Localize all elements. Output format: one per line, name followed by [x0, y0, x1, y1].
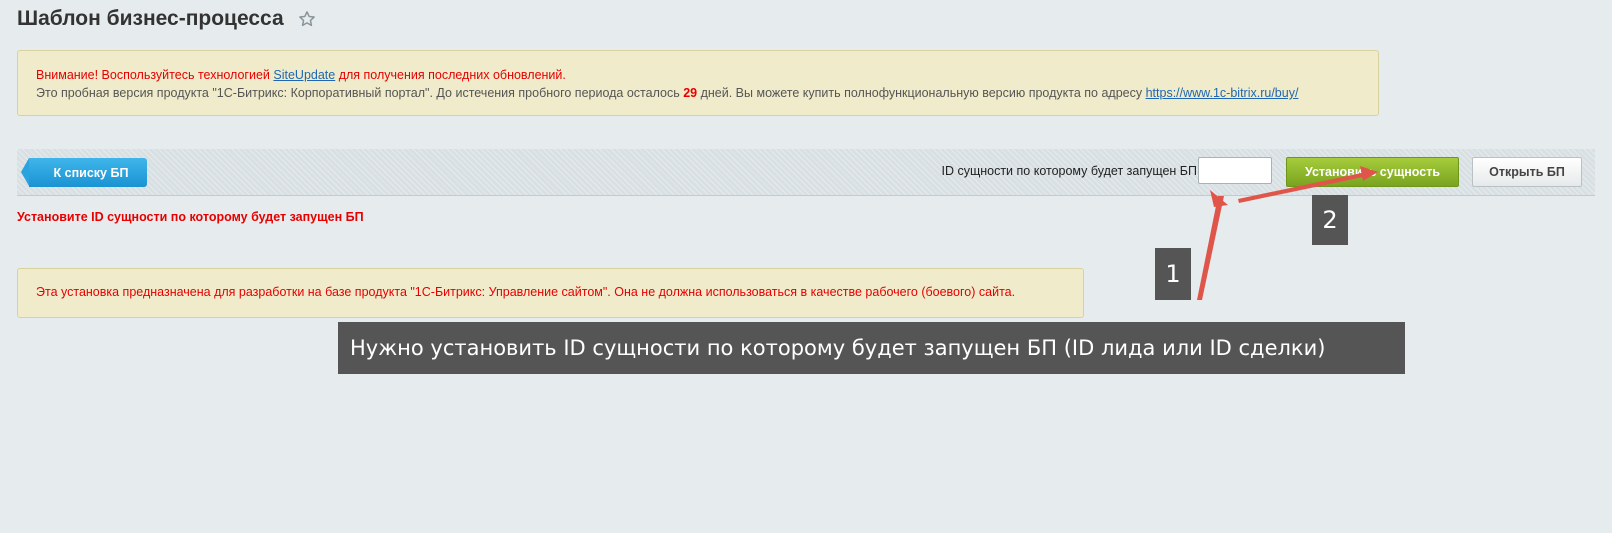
- trial-notice-middle: дней. Вы можете купить полнофункциональн…: [697, 86, 1146, 100]
- entity-id-label: ID сущности по которому будет запущен БП: [941, 164, 1197, 178]
- arrow-1-icon: [1197, 196, 1224, 300]
- page-header: Шаблон бизнес-процесса: [17, 7, 316, 31]
- siteupdate-link[interactable]: SiteUpdate: [273, 68, 335, 82]
- dev-install-notice: Эта установка предназначена для разработ…: [17, 268, 1084, 318]
- trial-days-count: 29: [683, 86, 698, 100]
- open-bp-button[interactable]: Открыть БП: [1472, 157, 1582, 187]
- error-message: Установите ID сущности по которому будет…: [17, 210, 364, 224]
- annotation-badge-2: 2: [1312, 195, 1348, 245]
- update-notice-prefix: Внимание! Воспользуйтесь технологией: [36, 68, 274, 82]
- update-notice-line: Внимание! Воспользуйтесь технологией Sit…: [36, 66, 1360, 84]
- back-to-list-button[interactable]: К списку БП: [21, 158, 147, 187]
- set-entity-button[interactable]: Установить сущность: [1286, 157, 1459, 187]
- trial-notice: Внимание! Воспользуйтесь технологией Sit…: [17, 50, 1379, 116]
- buy-link[interactable]: https://www.1c-bitrix.ru/buy/: [1146, 86, 1299, 100]
- update-notice-suffix: для получения последних обновлений.: [335, 68, 566, 82]
- annotation-callout: Нужно установить ID сущности по которому…: [338, 322, 1405, 374]
- toolbar: К списку БП ID сущности по которому буде…: [17, 149, 1595, 196]
- page-title: Шаблон бизнес-процесса: [17, 7, 284, 30]
- trial-notice-prefix: Это пробная версия продукта "1С-Битрикс:…: [36, 86, 684, 100]
- annotation-badge-1: 1: [1155, 248, 1191, 300]
- trial-notice-line: Это пробная версия продукта "1С-Битрикс:…: [36, 84, 1360, 102]
- star-icon[interactable]: [298, 10, 316, 28]
- entity-id-input[interactable]: [1198, 157, 1272, 184]
